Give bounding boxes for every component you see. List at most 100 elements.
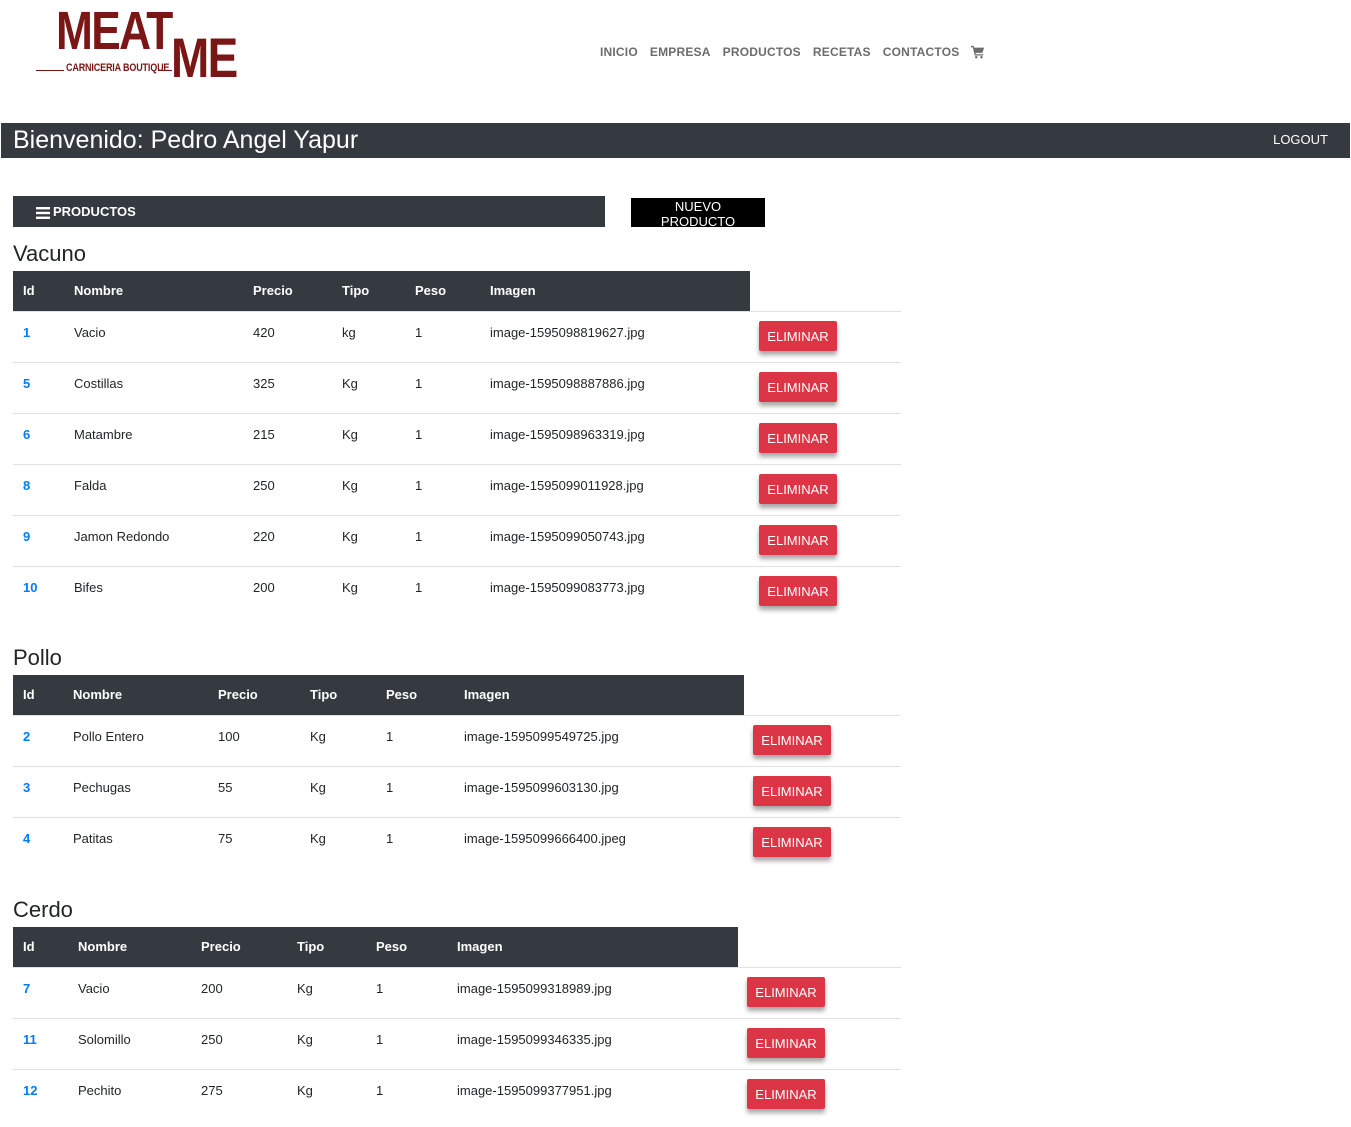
cell-tipo: Kg [342,529,358,544]
cell-imagen: image-1595099666400.jpeg [464,831,626,846]
product-id-link[interactable]: 9 [23,530,30,544]
cell-peso: 1 [415,376,423,391]
table-row: 2 Pollo Entero 100 Kg 1 image-1595099549725.j… [13,715,901,766]
brand-logo[interactable]: MEAT ME CARNICERIA BOUTIQUE [36,4,238,86]
nav-contactos[interactable]: CONTACTOS [883,45,960,59]
cell-imagen: image-1595099050743.jpg [490,529,645,544]
cart-icon[interactable] [971,45,985,59]
table-row: 10 Bifes 200 Kg 1 image-1595099083773.jpg ELIM… [13,566,901,617]
eliminar-button[interactable]: ELIMINAR [747,1079,825,1109]
cell-precio: 275 [201,1083,223,1098]
column-header-peso: Peso [386,687,418,702]
column-header-imagen: Imagen [490,283,536,298]
cell-nombre: Vacio [78,981,110,996]
logo-rule-left [36,70,64,71]
cell-imagen: image-1595099549725.jpg [464,729,619,744]
cell-imagen: image-1595099083773.jpg [490,580,645,595]
product-id-link[interactable]: 10 [23,581,37,595]
cell-tipo: kg [342,325,356,340]
cell-tipo: Kg [297,981,313,996]
nav-inicio[interactable]: INICIO [600,45,638,59]
cell-peso: 1 [415,529,423,544]
table-header: Id Nombre Precio Tipo Peso Imagen [13,927,738,967]
product-id-link[interactable]: 2 [23,730,30,744]
cell-precio: 55 [218,780,233,795]
cell-nombre: Bifes [74,580,103,595]
product-id-link[interactable]: 5 [23,377,30,391]
cell-imagen: image-1595099011928.jpg [490,478,644,493]
column-header-precio: Precio [201,939,241,954]
cell-nombre: Vacio [74,325,106,340]
section-title: Pollo [13,645,62,670]
cell-imagen: image-1595099603130.jpg [464,780,619,795]
cell-peso: 1 [415,325,423,340]
product-id-link[interactable]: 6 [23,428,30,442]
column-header-id: Id [23,939,35,954]
eliminar-button[interactable]: ELIMINAR [759,525,837,555]
welcome-bar: Bienvenido: Pedro Angel Yapur LOGOUT [1,123,1350,158]
product-id-link[interactable]: 12 [23,1084,37,1098]
column-header-id: Id [23,283,35,298]
table-row: 11 Solomillo 250 Kg 1 image-1595099346335.jpg… [13,1018,901,1069]
eliminar-button[interactable]: ELIMINAR [759,423,837,453]
cell-precio: 200 [201,981,223,996]
cell-tipo: Kg [297,1083,313,1098]
eliminar-button[interactable]: ELIMINAR [759,372,837,402]
eliminar-button[interactable]: ELIMINAR [753,827,831,857]
table-header: Id Nombre Precio Tipo Peso Imagen [13,271,750,311]
nuevo-producto-button[interactable]: NUEVO PRODUCTO [631,198,765,229]
cell-precio: 200 [253,580,275,595]
cell-precio: 75 [218,831,233,846]
column-header-nombre: Nombre [74,283,124,298]
eliminar-button[interactable]: ELIMINAR [753,776,831,806]
column-header-imagen: Imagen [464,687,510,702]
product-id-link[interactable]: 8 [23,479,30,493]
cell-peso: 1 [376,1083,384,1098]
cell-imagen: image-1595098819627.jpg [490,325,645,340]
cell-peso: 1 [386,780,394,795]
main-nav: INICIO EMPRESA PRODUCTOS RECETAS CONTACT… [600,45,985,59]
section-cerdo: Cerdo Id Nombre Precio Tipo Peso Imagen 7 Vacio 2… [13,897,901,1120]
eliminar-button[interactable]: ELIMINAR [753,725,831,755]
cell-peso: 1 [415,580,423,595]
logout-link[interactable]: LOGOUT [1273,132,1328,147]
table-row: 5 Costillas 325 Kg 1 image-1595098887886.jpg E… [13,362,901,413]
cell-precio: 420 [253,325,275,340]
cell-tipo: Kg [310,780,326,795]
eliminar-button[interactable]: ELIMINAR [759,576,837,606]
column-header-id: Id [23,687,35,702]
column-header-imagen: Imagen [457,939,503,954]
cell-peso: 1 [415,478,423,493]
cell-imagen: image-1595098963319.jpg [490,427,645,442]
product-id-link[interactable]: 4 [23,832,30,846]
section-title: Cerdo [13,897,73,922]
product-id-link[interactable]: 3 [23,781,30,795]
nav-recetas[interactable]: RECETAS [813,45,871,59]
nav-productos[interactable]: PRODUCTOS [723,45,801,59]
welcome-title: Bienvenido: Pedro Angel Yapur [13,126,359,154]
eliminar-button[interactable]: ELIMINAR [759,321,837,351]
cell-nombre: Pollo Entero [73,729,144,744]
cell-nombre: Pechito [78,1083,122,1098]
eliminar-button[interactable]: ELIMINAR [747,977,825,1007]
product-id-link[interactable]: 11 [23,1033,37,1047]
cell-precio: 325 [253,376,275,391]
column-header-tipo: Tipo [310,687,338,702]
table-row: 6 Matambre 215 Kg 1 image-1595098963319.jpg EL… [13,413,901,464]
eliminar-button[interactable]: ELIMINAR [759,474,837,504]
column-header-tipo: Tipo [342,283,370,298]
cell-imagen: image-1595098887886.jpg [490,376,645,391]
section-title: Vacuno [13,241,86,266]
nav-empresa[interactable]: EMPRESA [650,45,711,59]
productos-label: PRODUCTOS [53,204,136,219]
cell-nombre: Patitas [73,831,113,846]
cell-tipo: Kg [310,831,326,846]
eliminar-button[interactable]: ELIMINAR [747,1028,825,1058]
productos-menu-toggle[interactable]: PRODUCTOS [13,196,605,227]
table-row: 9 Jamon Redondo 220 Kg 1 image-1595099050743.… [13,515,901,566]
product-id-link[interactable]: 7 [23,982,30,996]
column-header-precio: Precio [218,687,258,702]
product-id-link[interactable]: 1 [23,326,30,340]
cell-peso: 1 [386,831,394,846]
cell-nombre: Jamon Redondo [74,529,170,544]
